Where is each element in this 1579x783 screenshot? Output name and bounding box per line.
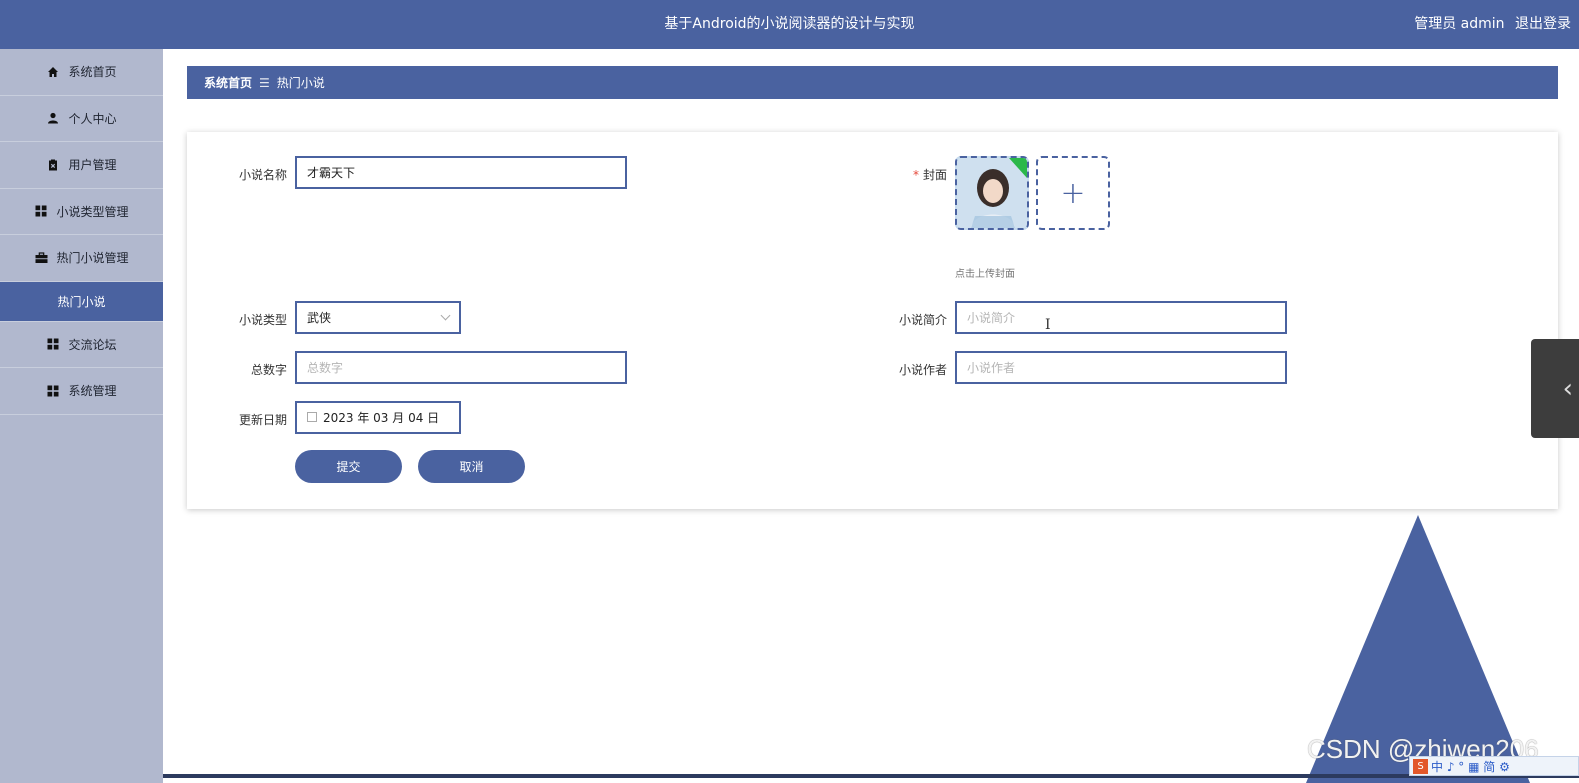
add-cover-button[interactable]: + xyxy=(1036,156,1110,230)
novel-intro-label: 小说简介 xyxy=(898,313,947,327)
chevron-down-icon xyxy=(440,310,451,321)
app-title: 基于Android的小说阅读器的设计与实现 xyxy=(664,16,915,32)
ime-logo-icon: S xyxy=(1413,758,1428,774)
calendar-icon xyxy=(307,411,317,422)
total-words-input[interactable]: 总数字 xyxy=(295,351,627,384)
novel-type-label: 小说类型 xyxy=(238,313,287,327)
sidebar: 系统首页 个人中心 用户管理 小说类型管理 热门小说管理 热门小说 交流论坛 系… xyxy=(0,49,163,783)
sidebar-item-label: 热门小说 xyxy=(57,294,106,309)
submit-button[interactable]: 提交 xyxy=(295,450,402,483)
sidebar-item-system[interactable]: 系统管理 xyxy=(0,368,163,415)
sidebar-item-label: 用户管理 xyxy=(68,158,117,173)
cover-thumbnail[interactable] xyxy=(955,156,1029,230)
user-area: 管理员 admin 退出登录 xyxy=(1408,0,1571,49)
plus-icon: + xyxy=(1060,175,1086,211)
breadcrumb-separator: ☰ xyxy=(259,75,270,90)
text-cursor-icon: I xyxy=(1045,317,1051,333)
grid-icon xyxy=(46,384,60,398)
novel-form-card: 小说名称 才霸天下 * 封面 + 点击上传封面 小说类型 武侠 小说简介 小说简介 xyxy=(187,132,1558,509)
grid-icon xyxy=(46,337,60,351)
breadcrumb: 系统首页 ☰ 热门小说 xyxy=(187,66,1558,99)
sidebar-item-users[interactable]: 用户管理 xyxy=(0,142,163,189)
grid-icon xyxy=(34,204,48,218)
chevron-left-icon: ‹ xyxy=(1562,373,1573,404)
sidebar-item-hot-novel-management[interactable]: 热门小说管理 xyxy=(0,235,163,282)
sidebar-item-label: 系统首页 xyxy=(68,65,117,80)
ime-toolbar-items: 中 ♪ ° ▦ 简 ⚙ xyxy=(1431,759,1510,774)
clipboard-icon xyxy=(46,158,60,172)
breadcrumb-current: 热门小说 xyxy=(276,76,325,90)
update-date-value: 2023 年 03 月 04 日 xyxy=(323,411,440,425)
cover-label: * 封面 xyxy=(857,166,947,183)
update-date-picker[interactable]: 2023 年 03 月 04 日 xyxy=(295,401,461,434)
cover-upload-hint: 点击上传封面 xyxy=(955,269,1015,280)
sidebar-item-label: 热门小说管理 xyxy=(56,251,129,266)
novel-type-value: 武侠 xyxy=(307,311,332,325)
cancel-button[interactable]: 取消 xyxy=(418,450,525,483)
sidebar-item-forum[interactable]: 交流论坛 xyxy=(0,322,163,368)
novel-author-input[interactable]: 小说作者 xyxy=(955,351,1287,384)
bottom-edge xyxy=(163,774,1579,778)
sidebar-item-label: 个人中心 xyxy=(68,111,117,126)
cover-image xyxy=(957,158,1027,228)
home-icon xyxy=(46,65,60,79)
required-marker: * xyxy=(912,168,919,182)
top-header: 基于Android的小说阅读器的设计与实现 管理员 admin 退出登录 xyxy=(0,0,1579,49)
novel-name-input[interactable]: 才霸天下 xyxy=(295,156,627,189)
sidebar-item-home[interactable]: 系统首页 xyxy=(0,49,163,96)
collapse-panel-button[interactable]: ‹ xyxy=(1531,339,1579,438)
sidebar-item-novel-types[interactable]: 小说类型管理 xyxy=(0,189,163,235)
update-date-label: 更新日期 xyxy=(238,413,287,427)
sidebar-item-profile[interactable]: 个人中心 xyxy=(0,96,163,142)
novel-intro-input[interactable]: 小说简介 xyxy=(955,301,1287,334)
user-icon xyxy=(46,111,60,125)
novel-author-label: 小说作者 xyxy=(898,363,947,377)
briefcase-icon xyxy=(34,251,48,265)
ime-toolbar[interactable]: S 中 ♪ ° ▦ 简 ⚙ xyxy=(1409,756,1579,776)
total-words-label: 总数字 xyxy=(250,363,287,377)
novel-name-label: 小说名称 xyxy=(238,168,287,182)
breadcrumb-home[interactable]: 系统首页 xyxy=(204,74,252,91)
logout-link[interactable]: 退出登录 xyxy=(1515,16,1571,32)
sidebar-item-label: 交流论坛 xyxy=(68,337,117,352)
sidebar-item-hot-novels[interactable]: 热门小说 xyxy=(0,281,163,322)
sidebar-item-label: 系统管理 xyxy=(68,384,117,399)
cover-label-text: 封面 xyxy=(922,168,947,182)
sidebar-item-label: 小说类型管理 xyxy=(56,204,129,219)
novel-type-select[interactable]: 武侠 xyxy=(295,301,461,334)
admin-role-label: 管理员 admin xyxy=(1414,16,1505,32)
